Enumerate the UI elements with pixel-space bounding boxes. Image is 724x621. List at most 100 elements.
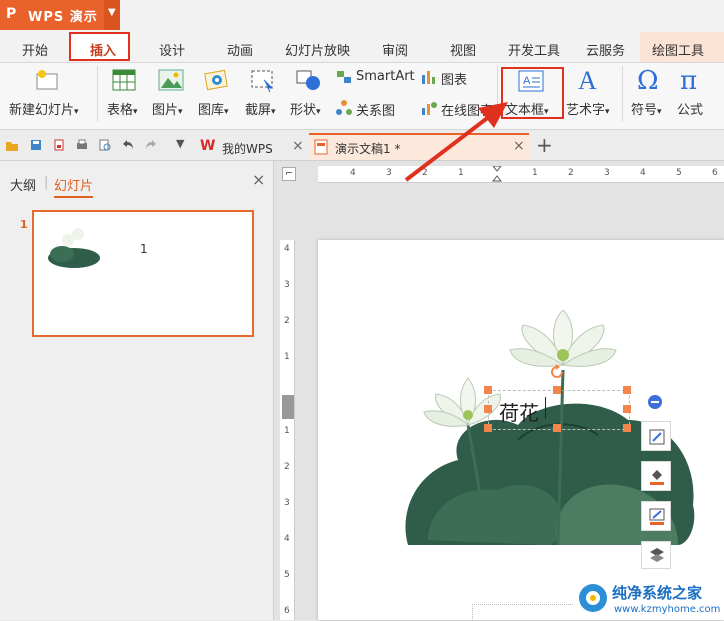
relation-diagram-icon[interactable] (336, 100, 352, 120)
wordart-icon[interactable]: A (578, 66, 597, 96)
shape-icon[interactable] (296, 68, 322, 96)
screenshot-icon[interactable] (250, 68, 276, 96)
watermark-logo-icon (579, 584, 607, 612)
thumbnail-text: 1 (140, 242, 148, 256)
app-title: WPS 演示 (28, 10, 98, 25)
resize-handle[interactable] (484, 405, 492, 413)
formula-button[interactable]: 公式 (677, 99, 703, 118)
tab-drawing-tools[interactable]: 绘图工具 (652, 40, 704, 59)
tab-slideshow[interactable]: 幻灯片放映 (285, 40, 350, 59)
resize-handle[interactable] (623, 386, 631, 394)
wps-logo-icon: P (6, 6, 17, 22)
chart-button[interactable]: 图表 (441, 69, 467, 88)
omega-icon[interactable]: Ω (637, 66, 659, 96)
tab-outline[interactable]: 大纲 (10, 175, 36, 194)
ruler-tick: 4 (284, 534, 290, 544)
ruler-tick: 1 (284, 426, 290, 436)
pi-icon[interactable]: π (680, 66, 697, 96)
export-pdf-icon[interactable] (53, 139, 65, 151)
ruler-tick: 3 (284, 280, 290, 290)
wps-w-icon: W (200, 138, 216, 154)
redo-icon[interactable] (145, 139, 157, 151)
outline-pen-icon (649, 508, 665, 525)
save-icon[interactable] (30, 139, 42, 151)
ruler-tick: 1 (284, 352, 290, 362)
tab-insert[interactable]: 插入 (90, 40, 116, 59)
more-dropdown-icon[interactable]: ▼ (176, 137, 184, 150)
app-menu-dropdown[interactable]: ▼ (104, 0, 120, 30)
h-ruler-labels: 4 3 2 1 1 2 3 4 5 6 (318, 166, 724, 182)
close-panel-icon[interactable]: × (252, 170, 265, 189)
tab-view[interactable]: 视图 (450, 40, 476, 59)
slide-number: 1 (20, 218, 28, 231)
lotus-flower-large (509, 310, 617, 367)
layers-icon (650, 548, 664, 562)
symbol-button[interactable]: 符号▾ (631, 99, 662, 118)
resize-handle[interactable] (553, 424, 561, 432)
wordart-button[interactable]: 艺术字▾ (566, 99, 610, 118)
line-color-button[interactable] (641, 501, 671, 531)
app-menu-button[interactable]: P WPS 演示 ▼ (0, 0, 120, 30)
svg-text:A: A (523, 75, 531, 87)
ribbon-divider (622, 66, 623, 122)
tab-developer[interactable]: 开发工具 (508, 40, 560, 59)
close-icon[interactable]: × (292, 138, 304, 154)
tab-review[interactable]: 审阅 (382, 40, 408, 59)
text-cursor (545, 397, 546, 419)
layer-order-button[interactable] (641, 541, 671, 569)
ruler-tick: 3 (604, 168, 610, 178)
screenshot-button[interactable]: 截屏▾ (245, 99, 276, 118)
tab-my-wps-label: 我的WPS (222, 142, 273, 156)
tab-cloud[interactable]: 云服务 (586, 40, 625, 59)
ruler-tick: 4 (284, 244, 290, 254)
tab-stop-selector[interactable]: ⌐ (282, 167, 296, 181)
smartart-button[interactable]: SmartArt (356, 69, 415, 84)
new-slide-icon[interactable] (34, 68, 60, 92)
open-folder-icon[interactable] (6, 139, 18, 151)
resize-handle[interactable] (553, 386, 561, 394)
paint-bucket-icon (650, 470, 664, 485)
gallery-button[interactable]: 图库▾ (198, 99, 229, 118)
presentation-file-icon (314, 139, 328, 155)
print-preview-icon[interactable] (99, 139, 111, 151)
collapse-circle-icon[interactable] (647, 394, 663, 410)
placeholder-outline (472, 604, 573, 621)
add-tab-button[interactable]: + (536, 133, 553, 157)
picture-button[interactable]: 图片▾ (152, 99, 183, 118)
pencil-icon (649, 429, 665, 445)
vertical-ruler-marker[interactable] (282, 395, 294, 419)
chart-icon[interactable] (421, 69, 437, 89)
table-icon[interactable] (112, 68, 136, 96)
table-button[interactable]: 表格▾ (107, 99, 138, 118)
resize-handle[interactable] (623, 405, 631, 413)
ruler-tick: 6 (712, 168, 718, 178)
undo-icon[interactable] (122, 139, 134, 151)
ruler-tick: 2 (284, 316, 290, 326)
slide-thumbnail[interactable]: 1 (32, 210, 254, 337)
tab-slides[interactable]: 幻灯片 (54, 175, 94, 198)
smartart-icon[interactable] (336, 69, 352, 89)
edit-shape-button[interactable] (641, 421, 671, 451)
rotate-handle-icon[interactable] (549, 364, 565, 380)
print-icon[interactable] (76, 139, 88, 151)
tab-design[interactable]: 设计 (159, 40, 185, 59)
gallery-icon[interactable] (204, 68, 230, 96)
fill-color-button[interactable] (641, 461, 671, 491)
new-slide-button[interactable]: 新建幻灯片▾ (9, 99, 79, 118)
watermark-title: 纯净系统之家 (612, 584, 703, 602)
tab-home[interactable]: 开始 (22, 40, 48, 59)
tab-my-wps[interactable]: W 我的WPS × (196, 133, 308, 160)
relation-diagram-button[interactable]: 关系图 (356, 100, 395, 119)
shape-button[interactable]: 形状▾ (290, 99, 321, 118)
panel-tab-divider: | (44, 175, 49, 190)
ruler-tick: 6 (284, 606, 290, 616)
resize-handle[interactable] (484, 386, 492, 394)
textbox-content[interactable]: 荷花 (499, 397, 539, 426)
ruler-tick: 2 (284, 462, 290, 472)
tab-animation[interactable]: 动画 (227, 40, 253, 59)
textbox-icon[interactable]: A (518, 70, 544, 96)
picture-icon[interactable] (158, 68, 184, 96)
watermark-url: www.kzmyhome.com (614, 604, 721, 615)
resize-handle[interactable] (484, 424, 492, 432)
resize-handle[interactable] (623, 424, 631, 432)
